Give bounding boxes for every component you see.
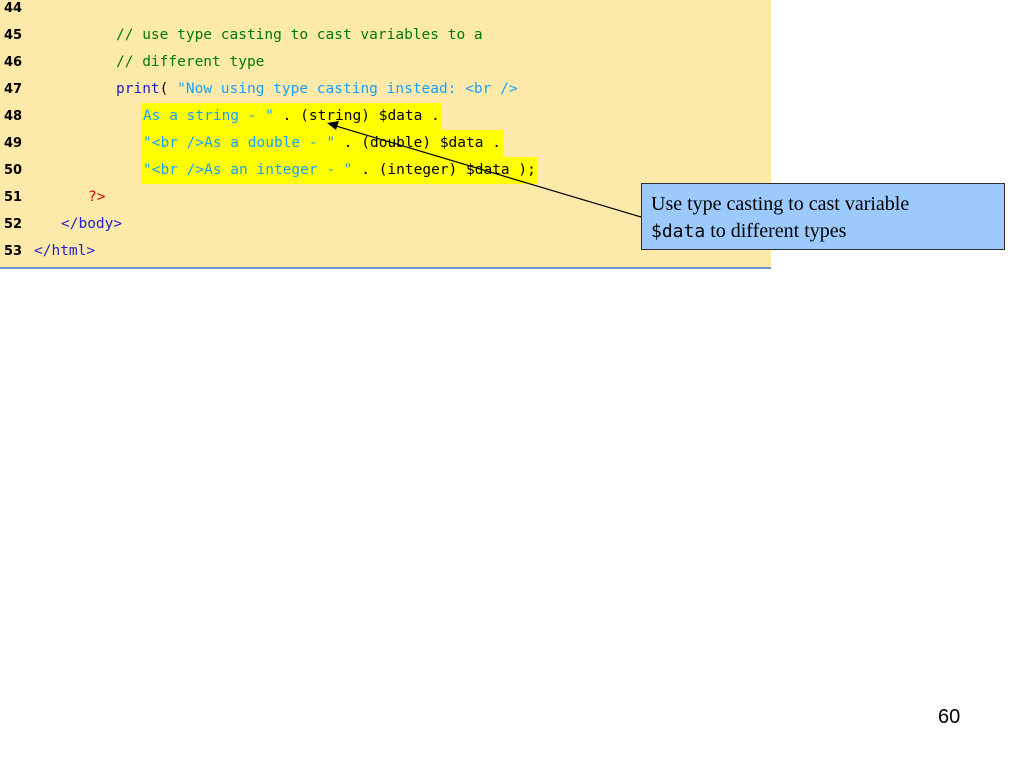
cast-expression: . (integer) $data ); — [352, 162, 536, 178]
explanation-callout: Use type casting to cast variable $data … — [641, 183, 1005, 250]
callout-line-2-text: to different types — [705, 220, 847, 242]
string-literal: "Now using type casting instead: <br /> — [177, 81, 518, 97]
line-number: 51 — [4, 190, 23, 205]
open-paren: ( — [159, 81, 178, 97]
line-number: 50 — [4, 163, 23, 178]
cast-expression: . (double) $data . — [335, 135, 501, 151]
line-number: 48 — [4, 109, 23, 124]
highlighted-cast-double: "<br />As a double - " . (double) $data … — [141, 130, 503, 157]
cast-expression: . (string) $data . — [273, 108, 440, 124]
line-number: 49 — [4, 136, 23, 151]
line-number: 53 — [4, 244, 23, 259]
php-close-tag: ?> — [88, 189, 106, 205]
variable-name: $data — [651, 221, 706, 242]
line-number: 45 — [4, 28, 23, 43]
line-number: 47 — [4, 82, 23, 97]
code-line-49: 49 "<br />As a double - " . (double) $da… — [0, 130, 771, 157]
highlighted-cast-string: As a string - " . (string) $data . — [141, 103, 442, 130]
code-line-46: 46 // different type — [0, 49, 771, 76]
body-close-tag: </body> — [61, 216, 123, 232]
callout-line-1: Use type casting to cast variable — [651, 193, 910, 215]
highlighted-cast-integer: "<br />As an integer - " . (integer) $da… — [141, 157, 538, 184]
string-literal: "<br />As a double - " — [143, 135, 336, 151]
string-literal: "<br />As an integer - " — [143, 162, 353, 178]
print-statement: print( "Now using type casting instead: … — [116, 76, 518, 103]
code-line-44: 44 — [0, 0, 771, 22]
print-keyword: print — [116, 81, 160, 97]
line-number: 44 — [4, 1, 23, 16]
line-number: 46 — [4, 55, 23, 70]
code-line-47: 47 print( "Now using type casting instea… — [0, 76, 771, 103]
html-close-tag: </html> — [34, 243, 96, 259]
code-line-50: 50 "<br />As an integer - " . (integer) … — [0, 157, 771, 184]
code-line-48: 48 As a string - " . (string) $data . — [0, 103, 771, 130]
code-comment: // different type — [116, 54, 265, 70]
page-number: 60 — [938, 706, 961, 728]
string-literal: As a string - " — [143, 108, 274, 124]
code-line-45: 45 // use type casting to cast variables… — [0, 22, 771, 49]
callout-line-2: $data to different types — [651, 218, 995, 245]
line-number: 52 — [4, 217, 23, 232]
code-comment: // use type casting to cast variables to… — [116, 27, 483, 43]
